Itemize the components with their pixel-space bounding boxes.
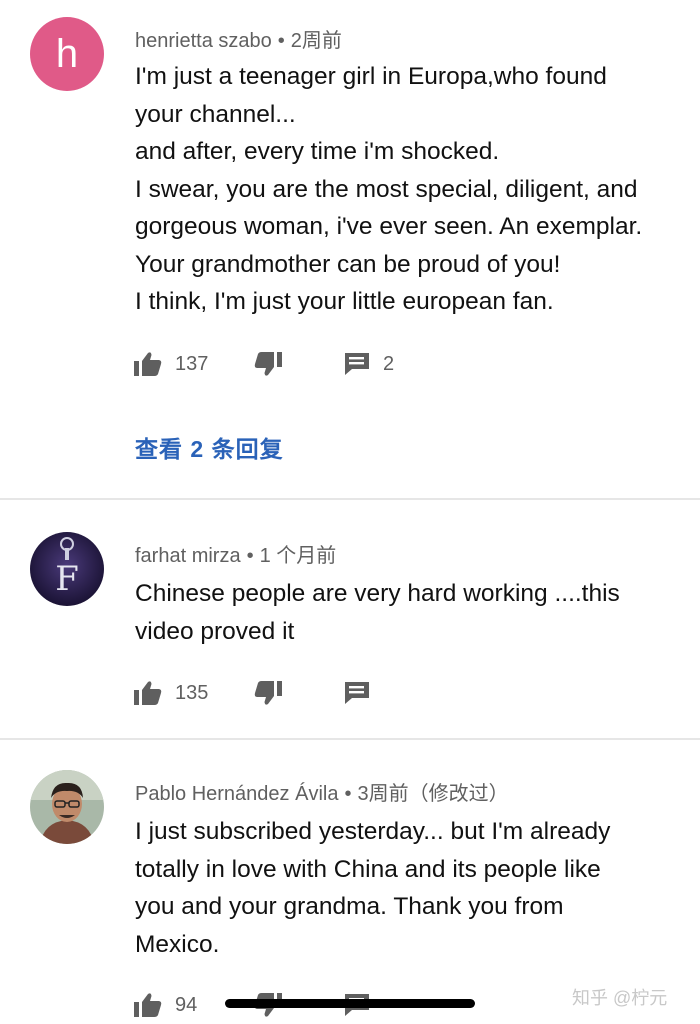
thumbs-down-icon (254, 681, 282, 705)
view-replies-link[interactable]: 查看 2 条回复 (135, 430, 284, 464)
dislike-button[interactable] (253, 678, 283, 708)
like-count: 135 (175, 681, 209, 704)
comment-text-line: video proved it (135, 617, 295, 645)
thumbs-up-icon (134, 993, 162, 1017)
comment-text-line: I think, I'm just your little european f… (135, 288, 554, 315)
timestamp: 1 个月前 (259, 545, 337, 567)
watermark: 知乎 @柠元 (572, 988, 668, 1008)
comment-text: I'm just a teenager girl in Europa,who f… (135, 58, 685, 321)
author-name[interactable]: henrietta szabo (135, 30, 272, 52)
author-name[interactable]: Pablo Hernández Ávila (135, 783, 338, 805)
comment-text: I just subscribed yesterday... but I'm a… (135, 813, 685, 963)
reply-button[interactable] (343, 678, 371, 708)
like-button[interactable]: 135 (133, 678, 208, 708)
separator-dot: • (246, 545, 254, 567)
thumbs-up-icon (134, 681, 162, 705)
comment-meta: henrietta szabo • 2周前 (135, 24, 342, 53)
comment-text-line: you and your grandma. Thank you from (135, 893, 564, 920)
avatar[interactable]: F (30, 532, 104, 606)
comment-icon (345, 682, 369, 704)
thumbs-up-icon (134, 352, 162, 376)
separator-dot: • (277, 30, 285, 52)
timestamp: 3周前（修改过） (357, 783, 509, 805)
avatar-image: F (30, 532, 104, 606)
reply-count: 2 (383, 352, 395, 375)
timestamp: 2周前 (290, 30, 342, 52)
comment-text-line: gorgeous woman, i've ever seen. An exemp… (135, 213, 643, 240)
like-count: 94 (175, 993, 198, 1016)
comment-text-line: Mexico. (135, 930, 220, 958)
comment-text-line: totally in love with China and its peopl… (135, 855, 601, 883)
comment-actions: 137 2 (133, 349, 653, 379)
like-button[interactable]: 137 (133, 349, 208, 379)
author-name[interactable]: farhat mirza (135, 545, 241, 567)
comment-text-line: Chinese people are very hard working ...… (135, 580, 620, 607)
comment-text-line: I swear, you are the most special, dilig… (135, 175, 638, 203)
thumbs-down-icon (254, 352, 282, 376)
divider (0, 738, 700, 740)
like-button[interactable]: 94 (133, 990, 197, 1020)
reply-button[interactable]: 2 (343, 349, 394, 379)
avatar-monogram: F (55, 559, 79, 599)
comment-text: Chinese people are very hard working ...… (135, 575, 685, 650)
comment-meta: farhat mirza • 1 个月前 (135, 539, 336, 568)
avatar-image (30, 770, 104, 844)
comment-actions: 135 (133, 678, 653, 708)
separator-dot: • (344, 783, 352, 805)
comment-text-line: Your grandmother can be proud of you! (135, 250, 561, 278)
home-indicator[interactable] (225, 999, 475, 1008)
divider (0, 498, 700, 500)
comment-meta: Pablo Hernández Ávila • 3周前（修改过） (135, 777, 509, 806)
comment-icon (345, 353, 369, 375)
dislike-button[interactable] (253, 349, 283, 379)
avatar[interactable]: h (30, 17, 104, 91)
like-count: 137 (175, 352, 209, 375)
comment-text-line: I just subscribed yesterday... but I'm a… (135, 818, 611, 845)
comment-text-line: I'm just a teenager girl in Europa,who f… (135, 63, 607, 90)
comment-text-line: and after, every time i'm shocked. (135, 138, 500, 165)
comment-text-line: your channel... (135, 100, 296, 128)
avatar[interactable] (30, 770, 104, 844)
